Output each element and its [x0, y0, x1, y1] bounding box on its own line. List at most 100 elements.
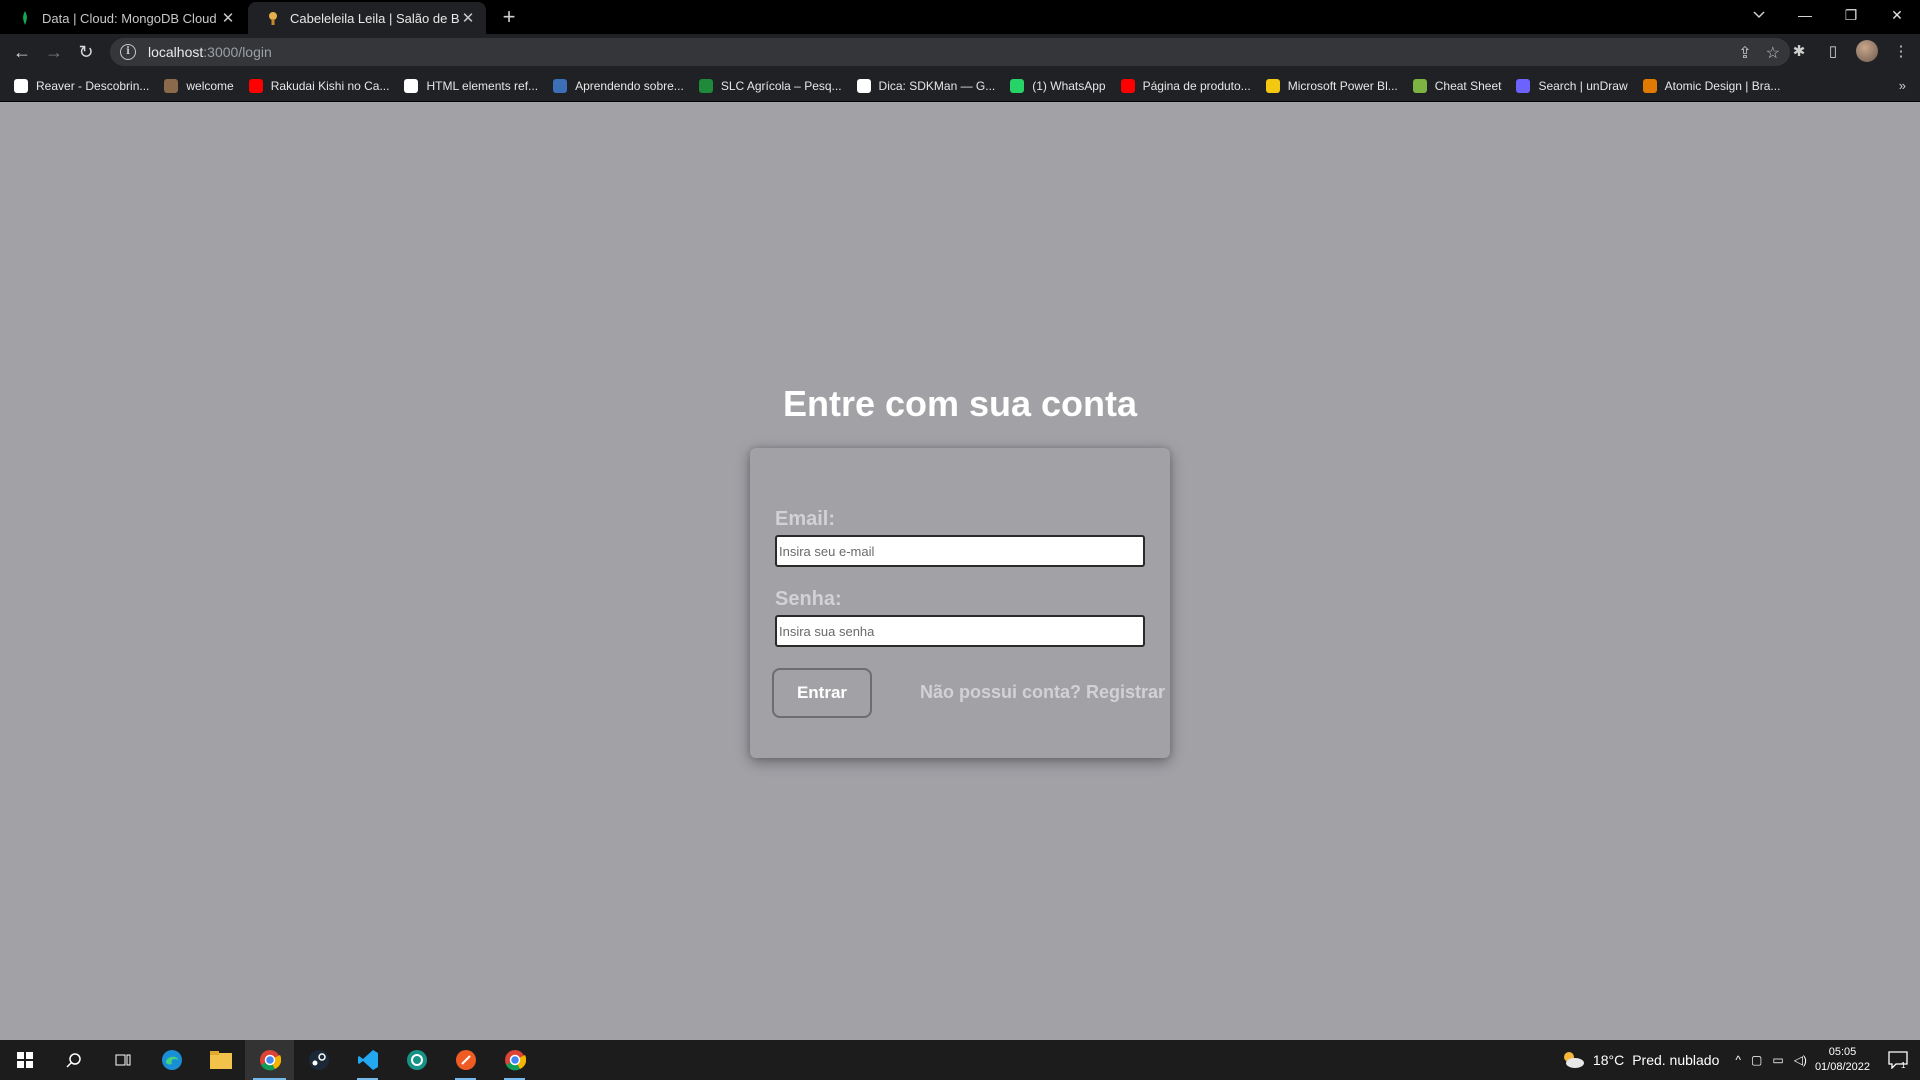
page-title: Entre com sua conta	[782, 383, 1138, 424]
bookmark-favicon-icon	[404, 78, 419, 93]
bookmark-item[interactable]: HTML elements ref...	[404, 78, 539, 93]
close-icon[interactable]: ✕	[460, 9, 476, 27]
bookmark-favicon-icon	[1265, 78, 1280, 93]
network-icon[interactable]: ▭	[1772, 1053, 1783, 1067]
password-label: Senha:	[775, 588, 842, 610]
password-field[interactable]	[775, 615, 1145, 647]
bookmark-favicon-icon	[553, 78, 568, 93]
task-view-icon[interactable]	[98, 1040, 147, 1080]
bookmark-star-icon[interactable]: ☆	[1766, 43, 1780, 63]
forward-arrow-icon[interactable]: →	[38, 37, 70, 67]
bookmark-item[interactable]: Search | unDraw	[1516, 78, 1628, 93]
chevron-up-icon[interactable]: ^	[1735, 1053, 1741, 1067]
bookmark-item[interactable]: welcome	[164, 78, 234, 93]
share-icon[interactable]: ⇪	[1738, 43, 1751, 63]
close-icon[interactable]: ✕	[220, 9, 236, 27]
email-field[interactable]	[775, 535, 1145, 567]
bookmark-item[interactable]: Cheat Sheet	[1412, 78, 1502, 93]
windows-start-icon[interactable]	[0, 1040, 49, 1080]
address-bar[interactable]: i localhost:3000/login ⇪ ☆	[110, 38, 1790, 66]
bookmark-favicon-icon	[856, 78, 871, 93]
url-text[interactable]: localhost:3000/login	[148, 44, 272, 60]
postman-icon[interactable]	[441, 1040, 490, 1080]
bookmark-label: Aprendendo sobre...	[575, 78, 684, 93]
bookmark-favicon-icon	[1516, 78, 1531, 93]
close-window-icon[interactable]: ✕	[1874, 0, 1920, 30]
bookmark-item[interactable]: (1) WhatsApp	[1010, 78, 1106, 93]
bookmark-label: welcome	[186, 78, 234, 93]
bookmark-favicon-icon	[164, 78, 179, 93]
side-panel-icon[interactable]: ▯	[1822, 38, 1844, 64]
bookmark-label: Atomic Design | Bra...	[1664, 78, 1781, 93]
new-tab-button[interactable]: +	[496, 4, 522, 30]
tab-title: Cabeleleila Leila | Salão de Beleza	[290, 10, 460, 26]
notification-center-icon[interactable]: 1	[1884, 1046, 1912, 1074]
bookmark-label: SLC Agrícola – Pesq...	[720, 78, 842, 93]
menu-kebab-icon[interactable]: ⋮	[1890, 38, 1912, 64]
browser-toolbar: ← → ↻ i localhost:3000/login ⇪ ☆ ✱ ▯ ⋮	[0, 34, 1920, 70]
weather-widget[interactable]: 18°C Pred. nublado	[1561, 1050, 1719, 1070]
bookmark-label: Microsoft Power Bl...	[1287, 78, 1398, 93]
bookmark-item[interactable]: SLC Agrícola – Pesq...	[698, 78, 842, 93]
bookmark-item[interactable]: Atomic Design | Bra...	[1642, 78, 1781, 93]
bookmark-label: Reaver - Descobrin...	[36, 78, 150, 93]
bookmark-favicon-icon	[1642, 78, 1657, 93]
bookmark-favicon-icon	[698, 78, 713, 93]
bookmark-item[interactable]: Dica: SDKMan — G...	[856, 78, 996, 93]
bookmark-item[interactable]: Microsoft Power Bl...	[1265, 78, 1398, 93]
back-arrow-icon[interactable]: ←	[6, 37, 38, 67]
chrome-icon-secondary[interactable]	[490, 1040, 539, 1080]
steam-icon[interactable]	[294, 1040, 343, 1080]
profile-avatar[interactable]	[1856, 40, 1878, 62]
minimize-icon[interactable]: —	[1782, 0, 1828, 30]
bookmarks-overflow-icon[interactable]: »	[1899, 78, 1906, 93]
mongodb-leaf-icon	[23, 11, 27, 25]
bookmark-item[interactable]: Rakudai Kishi no Ca...	[248, 78, 390, 93]
weather-temp: 18°C	[1592, 1052, 1625, 1068]
bookmark-favicon-icon	[248, 78, 263, 93]
vscode-icon[interactable]	[343, 1040, 392, 1080]
reload-icon[interactable]: ↻	[70, 37, 102, 67]
search-icon[interactable]	[49, 1040, 98, 1080]
bookmark-item[interactable]: Página de produto...	[1120, 78, 1251, 93]
bookmark-label: Página de produto...	[1142, 78, 1251, 93]
bookmark-favicon-icon	[1120, 78, 1135, 93]
windows-taskbar: 18°C Pred. nublado ^ ▢ ▭ ◁) 05:05 01/08/…	[0, 1040, 1920, 1080]
bookmark-favicon-icon	[1412, 78, 1427, 93]
bookmark-label: Rakudai Kishi no Ca...	[270, 78, 390, 93]
clock-date: 01/08/2022	[1814, 1061, 1870, 1073]
bookmark-label: Dica: SDKMan — G...	[878, 78, 996, 93]
bookmark-label: HTML elements ref...	[426, 78, 539, 93]
bookmark-favicon-icon	[1010, 78, 1025, 93]
browser-tab-strip: Data | Cloud: MongoDB Cloud ✕ Cabeleleil…	[0, 0, 1920, 34]
bookmark-label: Cheat Sheet	[1434, 78, 1502, 93]
restore-icon[interactable]: ❐	[1828, 0, 1874, 30]
clock-time: 05:05	[1828, 1046, 1857, 1058]
tab-search-chevron-icon[interactable]	[1746, 4, 1772, 26]
file-explorer-icon[interactable]	[196, 1040, 245, 1080]
bookmark-favicon-icon	[14, 78, 28, 93]
login-button[interactable]: Entrar	[772, 668, 872, 718]
window-controls: — ❐ ✕	[1782, 0, 1920, 30]
system-clock[interactable]: 05:05 01/08/2022	[1815, 1045, 1870, 1075]
gitkraken-icon[interactable]	[392, 1040, 441, 1080]
tab-cabeleleila[interactable]: Cabeleleila Leila | Salão de Beleza ✕	[248, 2, 486, 34]
system-tray: 18°C Pred. nublado ^ ▢ ▭ ◁) 05:05 01/08/…	[1561, 1040, 1920, 1080]
salon-icon	[269, 12, 277, 25]
bookmarks-bar: Reaver - Descobrin... welcome Rakudai Kish…	[0, 70, 1920, 102]
volume-icon[interactable]: ◁)	[1794, 1053, 1807, 1067]
chrome-icon[interactable]	[245, 1040, 294, 1080]
edge-browser-icon[interactable]	[147, 1040, 196, 1080]
register-link[interactable]: Não possui conta? Registrar	[920, 682, 1165, 703]
bookmark-item[interactable]: Reaver - Descobrin...	[14, 78, 150, 93]
login-card: Email: Senha: Entrar Não possui conta? R…	[750, 448, 1170, 758]
meet-now-icon[interactable]: ▢	[1751, 1053, 1762, 1067]
site-info-icon[interactable]: i	[120, 44, 136, 60]
email-label: Email:	[775, 508, 836, 530]
omnibox-actions: ⇪ ☆	[1738, 43, 1780, 63]
toolbar-actions: ✱ ▯ ⋮	[1788, 38, 1912, 64]
tab-mongodb[interactable]: Data | Cloud: MongoDB Cloud ✕	[0, 2, 246, 34]
partly-cloudy-icon	[1563, 1052, 1584, 1068]
extensions-puzzle-icon[interactable]: ✱	[1788, 38, 1810, 64]
bookmark-item[interactable]: Aprendendo sobre...	[553, 78, 684, 93]
